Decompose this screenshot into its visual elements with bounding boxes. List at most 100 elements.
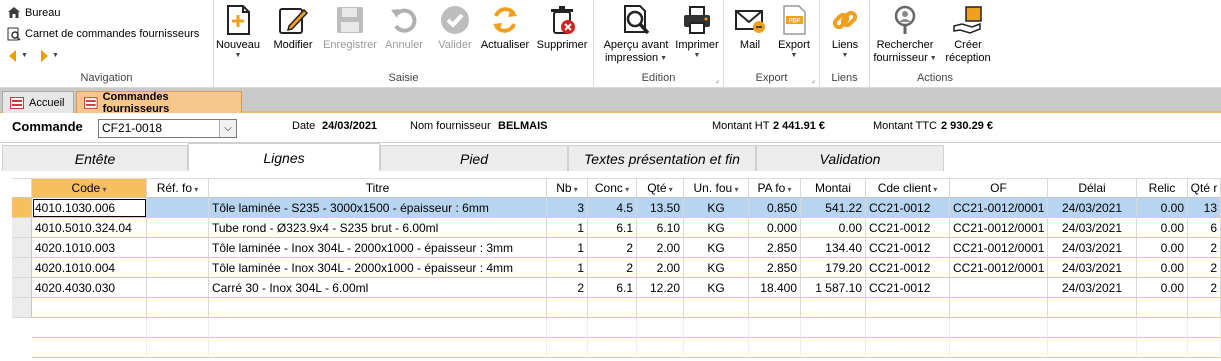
column-header[interactable]: Qté ▾ bbox=[637, 178, 684, 198]
grid-cell[interactable]: Tôle laminée - Inox 304L - 2000x1000 - é… bbox=[209, 258, 547, 278]
grid-cell[interactable]: 2.850 bbox=[749, 238, 801, 258]
back-history-dropdown[interactable]: ▼ bbox=[21, 52, 28, 60]
column-header[interactable]: Conc ▾ bbox=[588, 178, 637, 198]
grid-cell[interactable]: 12.20 bbox=[637, 278, 684, 298]
filter-dropdown-icon[interactable]: ▾ bbox=[192, 185, 198, 194]
grid-cell[interactable]: 24/03/2021 bbox=[1048, 258, 1137, 278]
grid-cell[interactable]: 24/03/2021 bbox=[1048, 218, 1137, 238]
new-row-cell[interactable] bbox=[1188, 298, 1221, 318]
new-row-cell[interactable] bbox=[684, 298, 749, 318]
mail-button[interactable]: Mail bbox=[732, 4, 768, 52]
grid-cell[interactable]: CC21-0012 bbox=[866, 238, 950, 258]
grid-cell[interactable]: 2 bbox=[588, 238, 637, 258]
export-button[interactable]: PDF Export ▼ bbox=[774, 4, 814, 60]
grid-cell[interactable]: 24/03/2021 bbox=[1048, 278, 1137, 298]
home-link[interactable]: Bureau bbox=[7, 6, 60, 19]
grid-cell[interactable]: 0.850 bbox=[749, 198, 801, 218]
grid-cell[interactable]: 18.400 bbox=[749, 278, 801, 298]
filter-dropdown-icon[interactable]: ▾ bbox=[667, 185, 673, 194]
grid-cell[interactable]: 1 587.10 bbox=[801, 278, 866, 298]
grid-cell[interactable]: 2 bbox=[588, 258, 637, 278]
grid-cell[interactable]: 2.850 bbox=[749, 258, 801, 278]
nouveau-dropdown[interactable]: ▼ bbox=[235, 52, 242, 60]
imprimer-button[interactable]: Imprimer ▼ bbox=[674, 4, 720, 60]
new-row-cell[interactable] bbox=[801, 298, 866, 318]
grid-cell[interactable]: 4020.4030.030 bbox=[32, 278, 147, 298]
apercu-dropdown[interactable]: ▼ bbox=[660, 55, 667, 63]
grid-cell[interactable]: 0.00 bbox=[1137, 258, 1188, 278]
column-header[interactable]: Montai bbox=[801, 178, 866, 198]
grid-cell[interactable]: 6.1 bbox=[588, 278, 637, 298]
grid-cell[interactable]: 2 bbox=[547, 278, 588, 298]
tab-textes-presentation[interactable]: Textes présentation et fin bbox=[568, 145, 756, 171]
column-header[interactable]: Cde client ▾ bbox=[866, 178, 950, 198]
grid-cell[interactable]: 13 bbox=[1188, 198, 1221, 218]
grid-cell[interactable]: CC21-0012/0001 bbox=[950, 218, 1048, 238]
grid-cell[interactable]: Tube rond - Ø323.9x4 - S235 brut - 6.00m… bbox=[209, 218, 547, 238]
grid-cell[interactable]: 0.00 bbox=[1137, 218, 1188, 238]
liens-button[interactable]: Liens ▼ bbox=[828, 4, 862, 60]
grid-cell[interactable]: 6.10 bbox=[637, 218, 684, 238]
grid-cell[interactable]: 4020.1010.004 bbox=[32, 258, 147, 278]
row-selector[interactable] bbox=[12, 238, 32, 258]
grid-cell[interactable]: CC21-0012 bbox=[866, 278, 950, 298]
column-header[interactable]: Titre bbox=[209, 178, 547, 198]
grid-cell[interactable]: KG bbox=[684, 238, 749, 258]
back-arrow-icon[interactable] bbox=[7, 49, 19, 63]
liens-dropdown[interactable]: ▼ bbox=[842, 52, 849, 60]
forward-history-dropdown[interactable]: ▼ bbox=[52, 52, 59, 60]
grid-cell[interactable]: 1 bbox=[547, 218, 588, 238]
export-dropdown[interactable]: ▼ bbox=[791, 52, 798, 60]
nouveau-button[interactable]: Nouveau ▼ bbox=[216, 4, 260, 60]
apercu-button[interactable]: Aperçu avant impression ▼ bbox=[600, 4, 672, 65]
select-all-corner[interactable] bbox=[12, 178, 32, 198]
grid-cell[interactable]: KG bbox=[684, 218, 749, 238]
breadcrumb[interactable]: Carnet de commandes fournisseurs bbox=[7, 27, 199, 41]
grid-cell[interactable]: Tôle laminée - Inox 304L - 2000x1000 - é… bbox=[209, 238, 547, 258]
grid-cell[interactable]: 0.00 bbox=[801, 218, 866, 238]
grid-cell[interactable] bbox=[950, 278, 1048, 298]
edition-launcher-icon[interactable]: ⌟ bbox=[715, 75, 719, 84]
tab-validation[interactable]: Validation bbox=[756, 145, 944, 171]
grid-cell[interactable]: 4020.1010.003 bbox=[32, 238, 147, 258]
column-header[interactable]: Nb ▾ bbox=[547, 178, 588, 198]
grid-cell[interactable]: 0.00 bbox=[1137, 198, 1188, 218]
grid-cell[interactable]: 13.50 bbox=[637, 198, 684, 218]
column-header[interactable]: Qté r bbox=[1188, 178, 1221, 198]
column-header[interactable]: Délai bbox=[1048, 178, 1137, 198]
grid-cell[interactable]: Tôle laminée - S235 - 3000x1500 - épaiss… bbox=[209, 198, 547, 218]
grid-cell[interactable]: 3 bbox=[547, 198, 588, 218]
rechercher-fournisseur-button[interactable]: Rechercher fournisseur ▼ bbox=[873, 4, 937, 65]
grid-cell[interactable] bbox=[147, 258, 209, 278]
grid-cell[interactable]: 4010.5010.324.04 bbox=[32, 218, 147, 238]
new-row-cell[interactable] bbox=[1137, 298, 1188, 318]
filter-dropdown-icon[interactable]: ▾ bbox=[931, 185, 937, 194]
row-selector[interactable] bbox=[12, 198, 32, 218]
new-row-cell[interactable] bbox=[637, 298, 684, 318]
grid-cell[interactable]: 6 bbox=[1188, 218, 1221, 238]
grid-cell[interactable]: Carré 30 - Inox 304L - 6.00ml bbox=[209, 278, 547, 298]
grid-cell[interactable]: CC21-0012 bbox=[866, 258, 950, 278]
new-row-cell[interactable] bbox=[950, 298, 1048, 318]
new-row-selector[interactable] bbox=[12, 298, 32, 318]
filter-dropdown-icon[interactable]: ▾ bbox=[572, 185, 578, 194]
grid-cell[interactable]: 541.22 bbox=[801, 198, 866, 218]
grid-cell[interactable]: 24/03/2021 bbox=[1048, 198, 1137, 218]
row-selector[interactable] bbox=[12, 278, 32, 298]
column-header[interactable]: Un. fou ▾ bbox=[684, 178, 749, 198]
grid-cell[interactable]: 2 bbox=[1188, 258, 1221, 278]
column-header[interactable]: OF bbox=[950, 178, 1048, 198]
grid-cell[interactable]: CC21-0012 bbox=[866, 198, 950, 218]
grid-cell[interactable]: 0.00 bbox=[1137, 278, 1188, 298]
new-row-cell[interactable] bbox=[147, 298, 209, 318]
valider-button[interactable]: Valider bbox=[435, 4, 475, 52]
export-launcher-icon[interactable]: ⌟ bbox=[811, 75, 815, 84]
column-header[interactable]: Réf. fo ▾ bbox=[147, 178, 209, 198]
grid-cell[interactable]: KG bbox=[684, 258, 749, 278]
tab-lignes[interactable]: Lignes bbox=[188, 143, 380, 171]
grid-cell[interactable]: 2.00 bbox=[637, 258, 684, 278]
new-row-cell[interactable] bbox=[866, 298, 950, 318]
chevron-down-icon[interactable]: ⌵ bbox=[219, 120, 236, 137]
grid-cell[interactable] bbox=[147, 218, 209, 238]
rechercher-dropdown[interactable]: ▼ bbox=[930, 55, 937, 63]
